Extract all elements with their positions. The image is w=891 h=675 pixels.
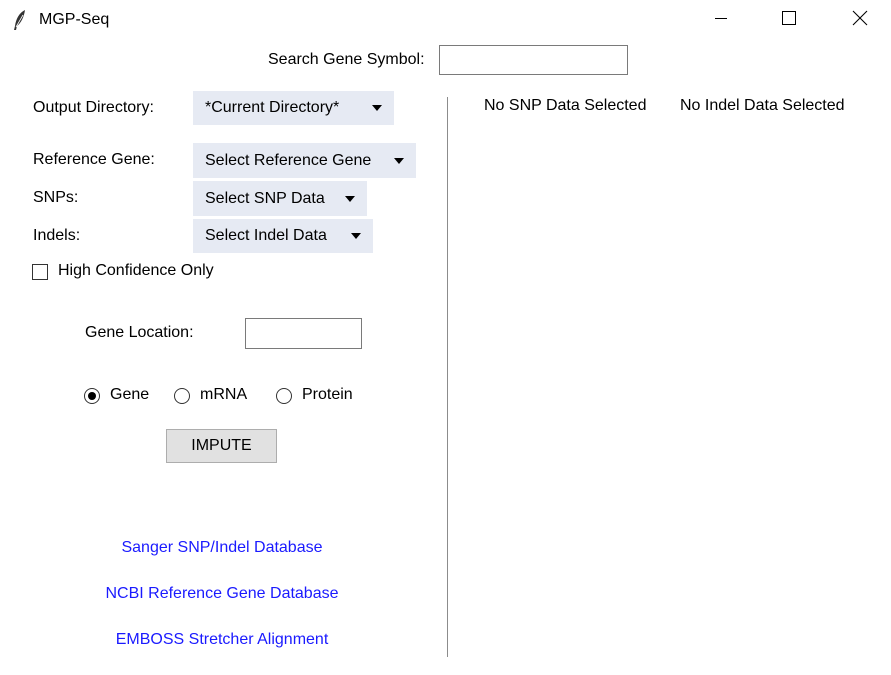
radio-gene-label[interactable]: Gene <box>110 386 149 404</box>
radio-protein[interactable] <box>276 388 292 404</box>
chevron-down-icon <box>351 233 361 239</box>
close-icon <box>852 10 868 31</box>
radio-mrna[interactable] <box>174 388 190 404</box>
impute-button-label: IMPUTE <box>191 437 252 454</box>
radio-mrna-label[interactable]: mRNA <box>200 386 247 404</box>
gene-location-input[interactable] <box>245 318 362 349</box>
impute-button[interactable]: IMPUTE <box>166 429 277 463</box>
feather-icon <box>12 9 28 36</box>
output-directory-value: *Current Directory* <box>205 99 340 116</box>
indels-value: Select Indel Data <box>205 227 327 244</box>
radio-protein-label[interactable]: Protein <box>302 386 353 404</box>
ncbi-database-link[interactable]: NCBI Reference Gene Database <box>72 585 372 603</box>
reference-gene-label: Reference Gene: <box>33 151 155 168</box>
reference-gene-value: Select Reference Gene <box>205 151 372 169</box>
high-confidence-label[interactable]: High Confidence Only <box>58 262 214 280</box>
indels-label: Indels: <box>33 227 81 244</box>
snps-label: SNPs: <box>33 189 79 206</box>
snps-value: Select SNP Data <box>205 189 325 207</box>
search-label: Search Gene Symbol: <box>268 51 425 68</box>
snps-dropdown[interactable]: Select SNP Data <box>193 181 367 216</box>
title-bar: MGP-Seq <box>0 0 891 40</box>
gene-location-label: Gene Location: <box>85 324 194 341</box>
output-directory-dropdown[interactable]: *Current Directory* <box>193 91 394 125</box>
chevron-down-icon <box>394 157 404 164</box>
search-gene-input[interactable] <box>439 45 628 75</box>
indel-status-text: No Indel Data Selected <box>680 97 845 114</box>
high-confidence-checkbox[interactable] <box>32 264 48 280</box>
radio-gene[interactable] <box>84 388 100 404</box>
chevron-down-icon <box>345 195 355 202</box>
reference-gene-dropdown[interactable]: Select Reference Gene <box>193 143 416 178</box>
minimize-button[interactable] <box>693 0 749 40</box>
minimize-icon <box>715 11 727 29</box>
snp-status-text: No SNP Data Selected <box>484 97 647 114</box>
indels-dropdown[interactable]: Select Indel Data <box>193 219 373 253</box>
maximize-button[interactable] <box>761 0 817 40</box>
chevron-down-icon <box>372 105 382 111</box>
close-button[interactable] <box>832 0 888 40</box>
sanger-database-link[interactable]: Sanger SNP/Indel Database <box>72 539 372 557</box>
maximize-icon <box>782 10 796 30</box>
output-directory-label: Output Directory: <box>33 99 154 116</box>
vertical-separator <box>447 97 448 657</box>
emboss-alignment-link[interactable]: EMBOSS Stretcher Alignment <box>72 631 372 649</box>
window-title: MGP-Seq <box>39 11 110 28</box>
